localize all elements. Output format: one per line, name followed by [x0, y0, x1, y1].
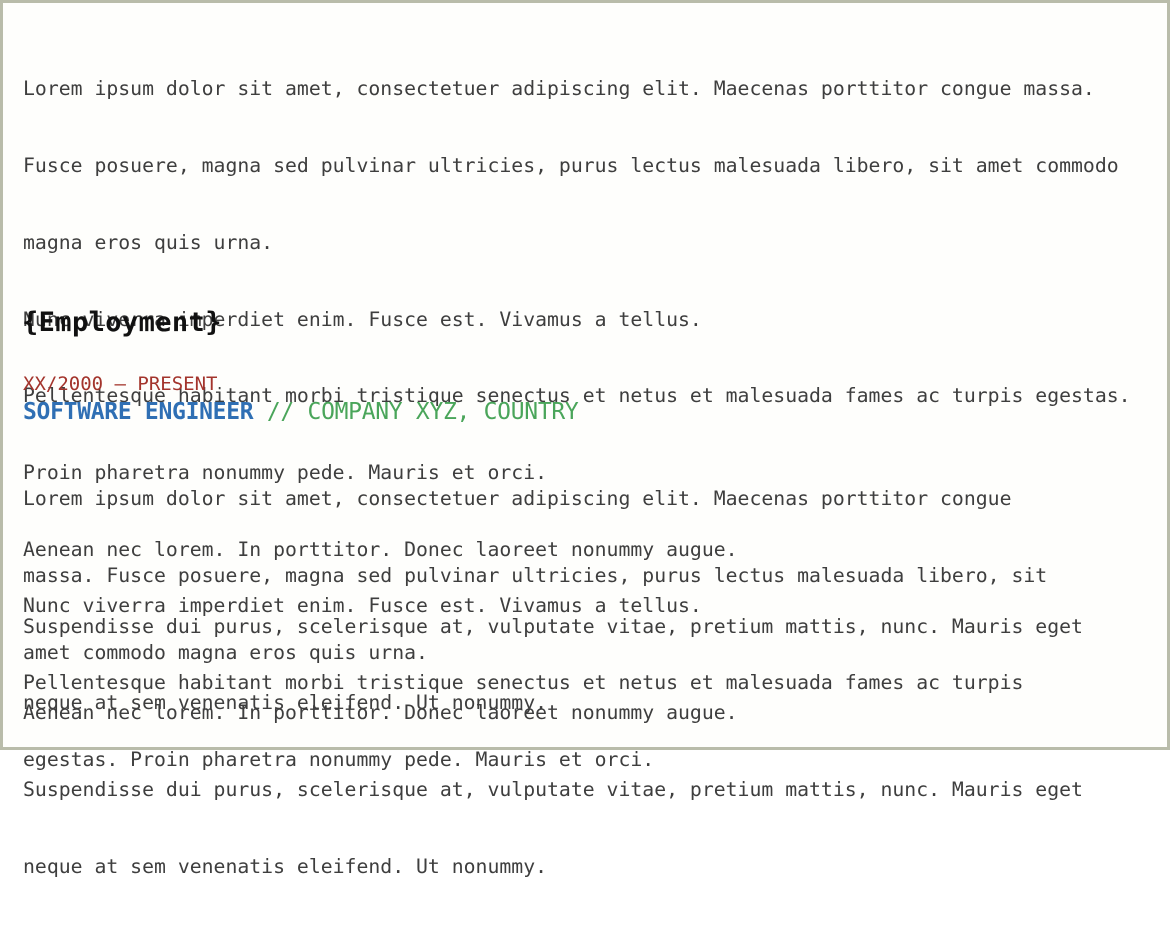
employment-heading: {Employment} [22, 307, 222, 338]
job-company: COMPANY XYZ, COUNTRY [307, 399, 579, 425]
summary-line: Lorem ipsum dolor sit amet, consectetuer… [23, 77, 1095, 101]
paragraph-line: Nunc viverra imperdiet enim. Fusce est. … [23, 594, 702, 618]
paragraph-line: Suspendisse dui purus, scelerisque at, v… [23, 777, 1083, 801]
paragraph-line: neque at sem venenatis eleifend. Ut nonu… [23, 854, 548, 878]
job-title-line: SOFTWARE ENGINEER // COMPANY XYZ, COUNTR… [23, 399, 579, 425]
paragraph-line: Lorem ipsum dolor sit amet, consectetuer… [23, 487, 1012, 511]
job-dates: XX/2000 – PRESENT [23, 373, 218, 395]
summary-line: Fusce posuere, magna sed pulvinar ultric… [23, 153, 1119, 177]
paragraph-line: Aenean nec lorem. In porttitor. Donec la… [23, 701, 738, 725]
job-title: SOFTWARE ENGINEER [23, 399, 254, 425]
document-page: Lorem ipsum dolor sit amet, consectetuer… [0, 0, 1170, 878]
summary-line: magna eros quis urna. [23, 230, 274, 254]
job-separator: // [253, 399, 308, 425]
job-paragraph: Aenean nec lorem. In porttitor. Donec la… [23, 649, 1083, 931]
